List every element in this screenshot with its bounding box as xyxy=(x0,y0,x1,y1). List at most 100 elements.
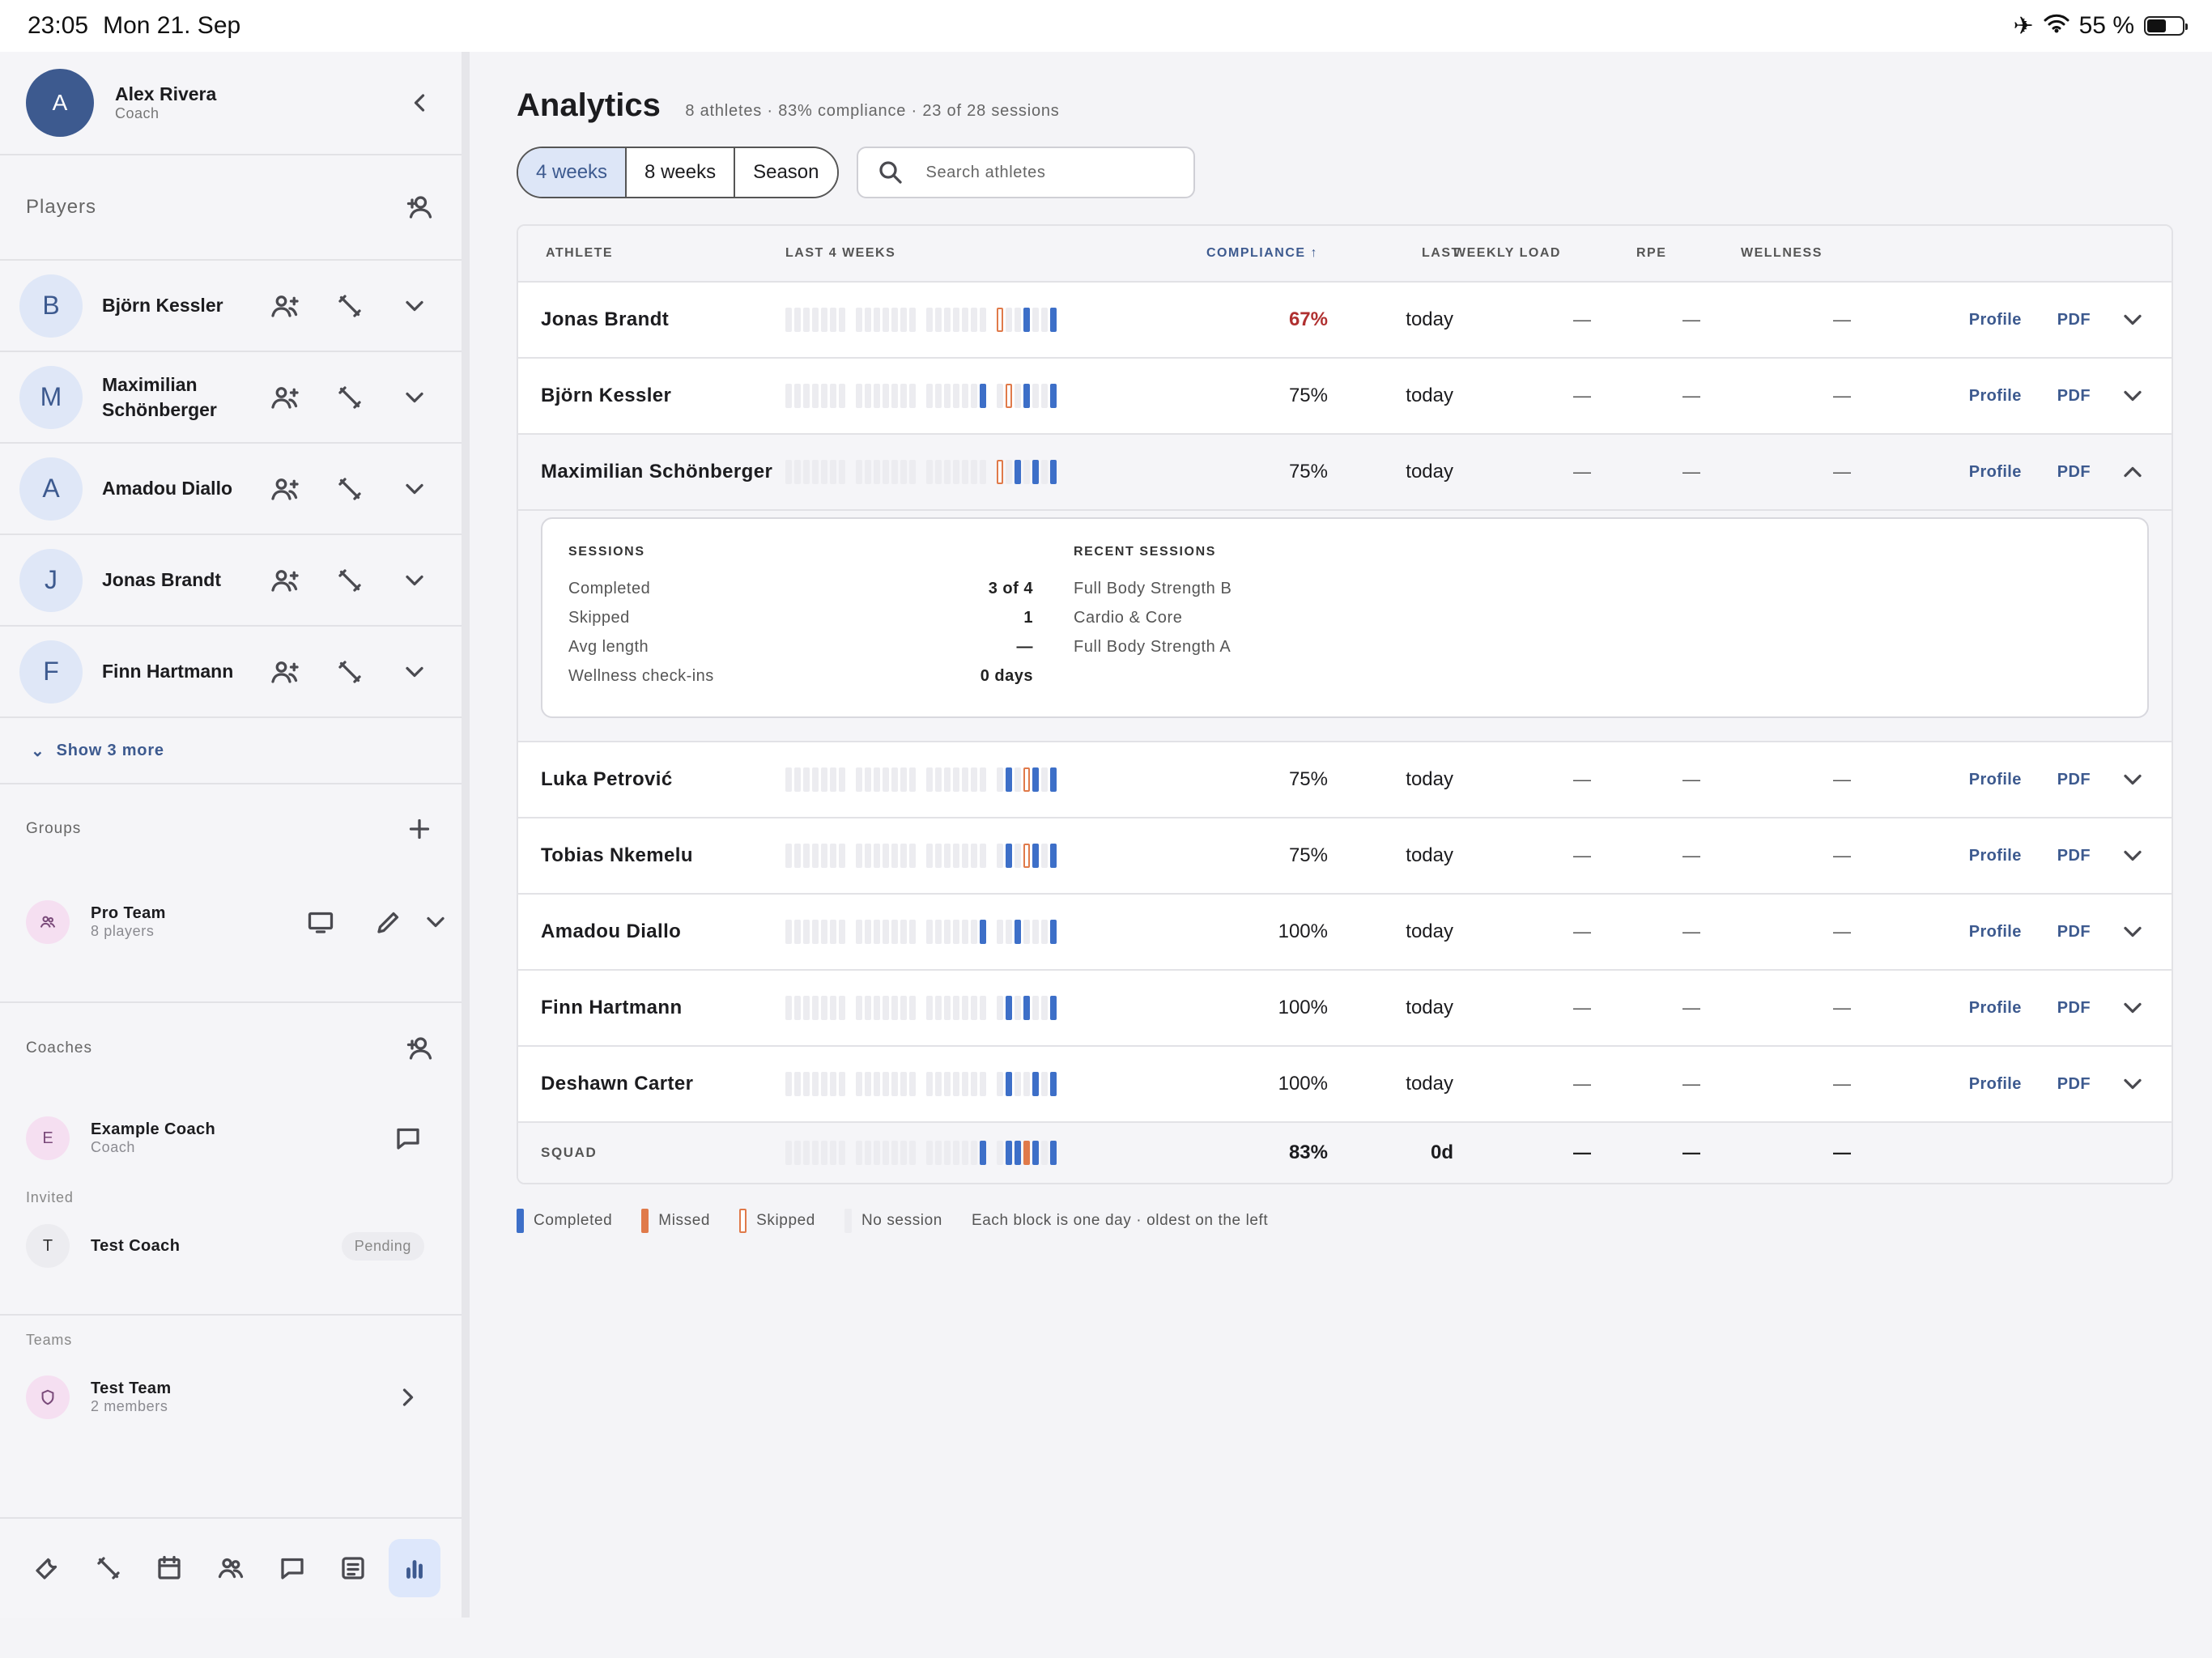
recent-session[interactable]: Full Body Strength B xyxy=(1074,574,1579,603)
team-item[interactable]: Test Team 2 members xyxy=(0,1349,462,1446)
exercise-icon[interactable] xyxy=(334,656,366,688)
col-athlete[interactable]: ATHLETE xyxy=(518,246,785,261)
compliance-value: 75% xyxy=(1288,461,1328,483)
add-group-icon[interactable] xyxy=(403,813,436,845)
exercise-icon[interactable] xyxy=(334,290,366,322)
pdf-link[interactable]: PDF xyxy=(2057,463,2091,482)
message-icon[interactable] xyxy=(392,1122,424,1154)
chevron-down-icon[interactable] xyxy=(2116,992,2149,1024)
assign-icon[interactable] xyxy=(269,381,301,414)
monitor-icon[interactable] xyxy=(304,906,337,938)
assign-icon[interactable] xyxy=(269,290,301,322)
range-8-weeks[interactable]: 8 weeks xyxy=(627,148,736,197)
search-input[interactable] xyxy=(925,163,1177,182)
player-item[interactable]: M Maximilian Schönberger xyxy=(0,352,462,444)
user-card: A Alex Rivera Coach xyxy=(0,52,462,155)
table-row[interactable]: Amadou Diallo 100% today — — — Profile PD… xyxy=(518,893,2172,969)
exercise-icon[interactable] xyxy=(334,381,366,414)
day-block xyxy=(1023,1072,1030,1096)
chevron-down-icon[interactable] xyxy=(398,473,431,505)
nav-messages-icon[interactable] xyxy=(266,1539,318,1597)
col-wellness[interactable]: WELLNESS xyxy=(1700,246,1851,261)
invited-item[interactable]: T Test Coach Pending xyxy=(0,1206,462,1286)
nav-exercise-icon[interactable] xyxy=(83,1539,134,1597)
chevron-down-icon[interactable] xyxy=(398,564,431,597)
day-block xyxy=(874,767,880,792)
profile-link[interactable]: Profile xyxy=(1969,999,2022,1018)
chevron-down-icon[interactable] xyxy=(2116,916,2149,948)
add-player-icon[interactable] xyxy=(403,191,436,223)
collapse-sidebar-icon[interactable] xyxy=(403,87,436,119)
player-item[interactable]: A Amadou Diallo xyxy=(0,444,462,535)
add-coach-icon[interactable] xyxy=(403,1032,436,1065)
chevron-down-icon[interactable] xyxy=(2116,380,2149,412)
profile-link[interactable]: Profile xyxy=(1969,847,2022,865)
day-block xyxy=(794,384,801,408)
pdf-link[interactable]: PDF xyxy=(2057,923,2091,942)
player-item[interactable]: B Björn Kessler xyxy=(0,261,462,352)
pdf-link[interactable]: PDF xyxy=(2057,311,2091,329)
pdf-link[interactable]: PDF xyxy=(2057,771,2091,789)
groups-label: Groups xyxy=(26,820,82,837)
chevron-down-icon[interactable] xyxy=(2116,763,2149,796)
chevron-right-icon[interactable] xyxy=(392,1381,424,1414)
nav-wrench-icon[interactable] xyxy=(21,1539,73,1597)
pdf-link[interactable]: PDF xyxy=(2057,847,2091,865)
table-row[interactable]: Björn Kessler 75% today — — — Profile PDF xyxy=(518,357,2172,433)
profile-link[interactable]: Profile xyxy=(1969,1075,2022,1094)
recent-session[interactable]: Full Body Strength A xyxy=(1074,632,1579,661)
exercise-icon[interactable] xyxy=(334,473,366,505)
player-item[interactable]: F Finn Hartmann xyxy=(0,627,462,718)
chevron-down-icon[interactable] xyxy=(419,906,452,938)
profile-link[interactable]: Profile xyxy=(1969,771,2022,789)
col-rpe[interactable]: RPE xyxy=(1591,246,1700,261)
exercise-icon[interactable] xyxy=(334,564,366,597)
nav-notes-icon[interactable] xyxy=(327,1539,379,1597)
table-row[interactable]: Deshawn Carter 100% today — — — Profile P… xyxy=(518,1045,2172,1121)
chevron-down-icon[interactable] xyxy=(398,656,431,688)
table-row[interactable]: Jonas Brandt 67% today — — — Profile PDF xyxy=(518,281,2172,357)
range-season[interactable]: Season xyxy=(735,148,837,197)
range-4-weeks[interactable]: 4 weeks xyxy=(518,148,627,197)
chevron-down-icon[interactable] xyxy=(2116,304,2149,336)
pdf-link[interactable]: PDF xyxy=(2057,1075,2091,1094)
rpe-value: — xyxy=(1682,769,1700,789)
assign-icon[interactable] xyxy=(269,656,301,688)
edit-icon[interactable] xyxy=(372,906,405,938)
pdf-link[interactable]: PDF xyxy=(2057,387,2091,406)
group-item[interactable]: Pro Team 8 players xyxy=(0,874,462,971)
player-name: Amadou Diallo xyxy=(102,478,233,499)
table-row[interactable]: Tobias Nkemelu 75% today — — — Profile PD… xyxy=(518,817,2172,893)
chevron-down-icon[interactable] xyxy=(2116,1068,2149,1100)
recent-session[interactable]: Cardio & Core xyxy=(1074,603,1579,632)
chevron-down-icon[interactable] xyxy=(398,381,431,414)
day-block xyxy=(1032,460,1039,484)
profile-link[interactable]: Profile xyxy=(1969,387,2022,406)
player-item[interactable]: J Jonas Brandt xyxy=(0,535,462,627)
nav-calendar-icon[interactable] xyxy=(143,1539,195,1597)
chevron-down-icon[interactable] xyxy=(2116,840,2149,872)
table-row[interactable]: Finn Hartmann 100% today — — — Profile PD… xyxy=(518,969,2172,1045)
assign-icon[interactable] xyxy=(269,564,301,597)
player-avatar: F xyxy=(19,640,83,704)
col-compliance[interactable]: COMPLIANCE ↑ xyxy=(1206,246,1328,261)
table-row[interactable]: Luka Petrović 75% today — — — Profile PDF xyxy=(518,741,2172,817)
profile-link[interactable]: Profile xyxy=(1969,463,2022,482)
profile-link[interactable]: Profile xyxy=(1969,923,2022,942)
table-row[interactable]: Maximilian Schönberger 75% today — — — P… xyxy=(518,433,2172,509)
legend-note: Each block is one day · oldest on the le… xyxy=(971,1212,1269,1229)
pdf-link[interactable]: PDF xyxy=(2057,999,2091,1018)
profile-link[interactable]: Profile xyxy=(1969,311,2022,329)
nav-analytics-icon[interactable] xyxy=(389,1539,441,1597)
show-more-button[interactable]: ⌄ Show 3 more xyxy=(0,718,462,783)
coach-item[interactable]: E Example Coach Coach xyxy=(0,1094,462,1183)
col-weekly-load[interactable]: WEEKLY LOAD xyxy=(1453,246,1591,261)
day-block xyxy=(962,996,968,1020)
assign-icon[interactable] xyxy=(269,473,301,505)
weekly-load-value: — xyxy=(1573,921,1591,942)
col-last[interactable]: LAST xyxy=(1328,246,1459,261)
day-block xyxy=(785,920,792,944)
chevron-up-icon[interactable] xyxy=(2116,456,2149,488)
chevron-down-icon[interactable] xyxy=(398,290,431,322)
nav-people-icon[interactable] xyxy=(205,1539,257,1597)
